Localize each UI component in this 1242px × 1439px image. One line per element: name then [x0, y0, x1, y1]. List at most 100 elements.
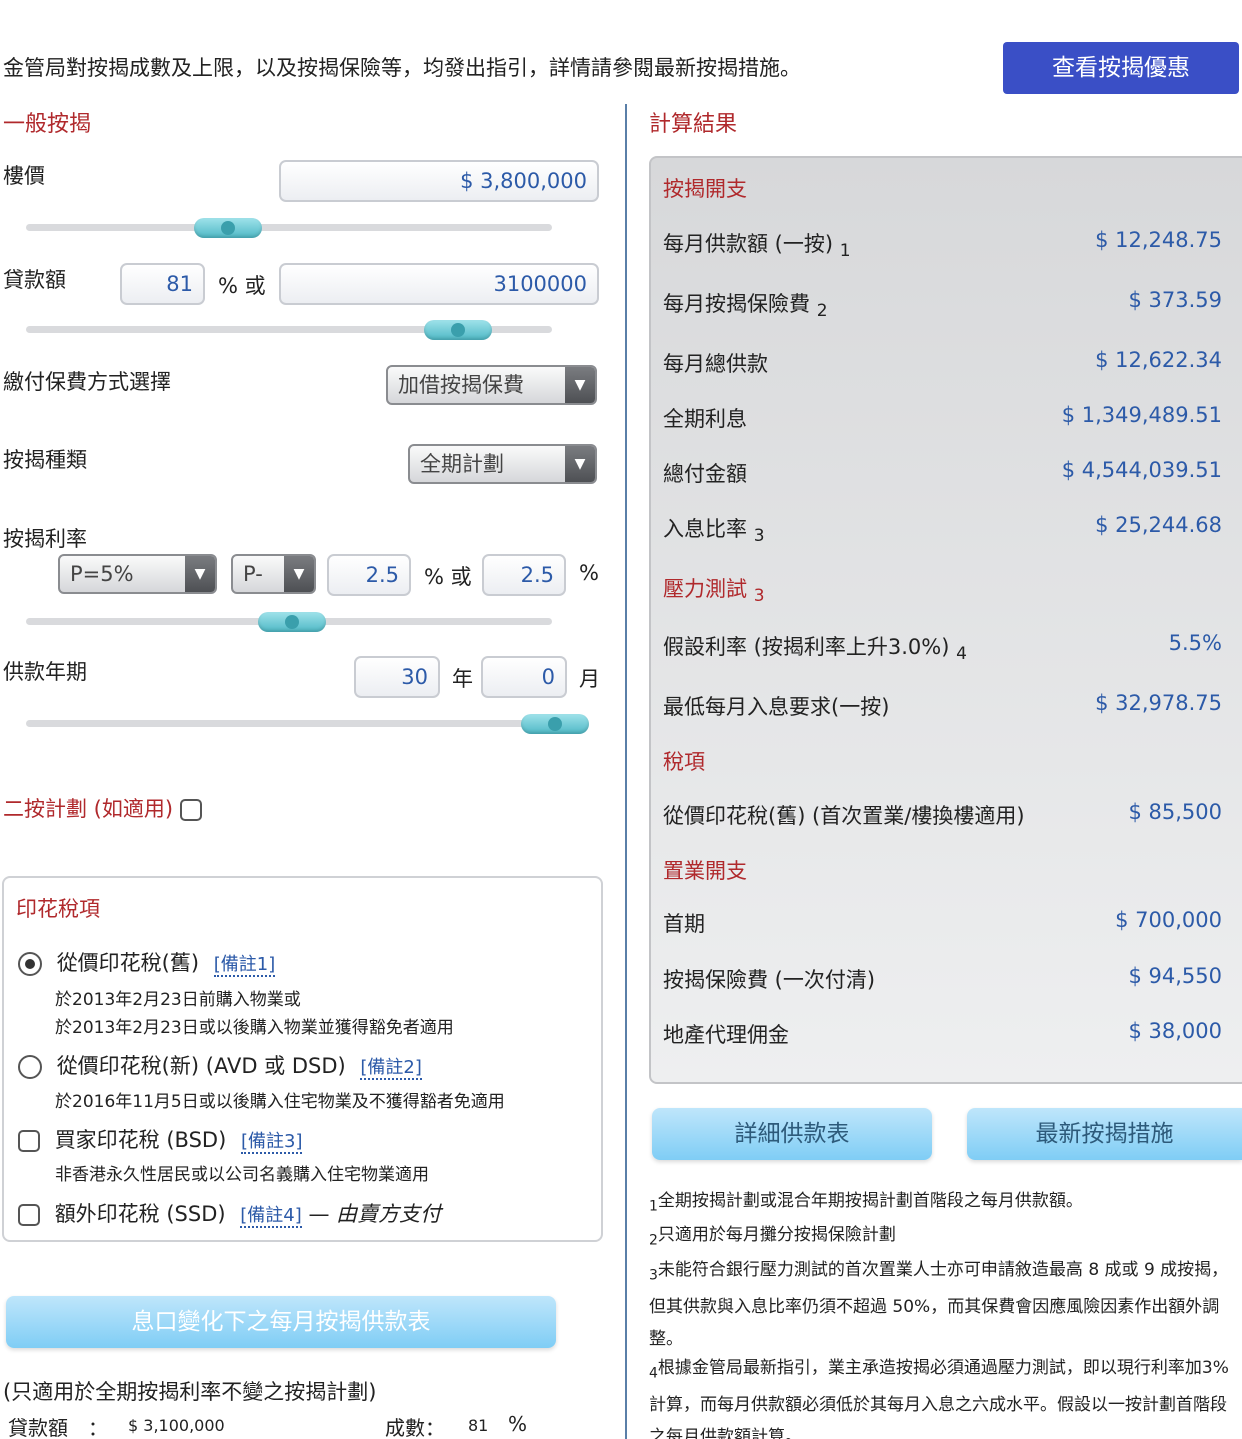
- ssd-seller-pays: 由賣方支付: [336, 1202, 442, 1226]
- stamp-label: 從價印花稅(新) (AVD 或 DSD): [56, 1054, 346, 1078]
- price-label: 樓價: [3, 164, 45, 188]
- mortgage-expense-title: 按揭開支: [663, 177, 747, 201]
- rate-base-value: P=5%: [70, 562, 134, 586]
- general-mortgage-title: 一般按揭: [3, 112, 92, 137]
- mortgage-type-select[interactable]: 全期計劃 ▼: [408, 444, 597, 484]
- rate-slider-handle[interactable]: [258, 612, 326, 632]
- premium-method-label: 繳付保費方式選擇: [3, 370, 171, 394]
- checkbox-bsd[interactable]: [18, 1130, 40, 1152]
- rate-change-table-button[interactable]: 息口變化下之每月按揭供款表: [6, 1296, 556, 1348]
- stamp-option-ssd[interactable]: 額外印花稅 (SSD) [備註4] — 由賣方支付: [18, 1198, 441, 1228]
- loan-percent-input[interactable]: 81: [120, 263, 205, 305]
- premium-method-value: 加借按揭保費: [398, 373, 524, 397]
- note-link-2[interactable]: [備註2]: [360, 1057, 422, 1080]
- radio-avd-new[interactable]: [18, 1055, 42, 1079]
- stamp-duty-title: 印花稅項: [16, 897, 100, 921]
- footnote-num: 3: [649, 1267, 658, 1284]
- stamp-option-avd-old[interactable]: 從價印花稅(舊) [備註1]: [18, 947, 276, 977]
- stamp-label: 額外印花稅 (SSD): [54, 1202, 226, 1226]
- second-mortgage-checkbox[interactable]: [179, 799, 202, 821]
- result-label-text: 每月按揭保險費: [663, 292, 810, 316]
- premium-method-select[interactable]: 加借按揭保費 ▼: [386, 365, 597, 405]
- rate-margin-input[interactable]: 2.5: [327, 554, 411, 596]
- price-slider-handle[interactable]: [194, 218, 262, 238]
- chevron-down-icon: ▼: [284, 556, 314, 592]
- second-mortgage-label: 二按計劃 (如適用): [3, 793, 202, 823]
- loan-slider-handle[interactable]: [424, 320, 492, 340]
- agent-commission-value: $ 38,000: [1128, 1019, 1222, 1043]
- footnote-num: 2: [649, 1232, 658, 1249]
- note-link-3[interactable]: [備註3]: [240, 1131, 303, 1154]
- mortgage-type-label: 按揭種類: [3, 448, 87, 472]
- income-ratio-value: $ 25,244.68: [1095, 513, 1222, 537]
- summary-loan-value: $ 3,100,000: [128, 1416, 225, 1435]
- result-label: 入息比率 3: [663, 513, 765, 546]
- rate-operator-value: P-: [243, 562, 263, 586]
- rate-label: 按揭利率: [3, 527, 87, 551]
- summary-loan-label: 貸款額: [8, 1416, 68, 1439]
- monthly-payment-value: $ 12,248.75: [1095, 228, 1222, 252]
- footnote-ref: 2: [816, 301, 828, 322]
- result-label: 每月總供款: [663, 352, 768, 376]
- footnote-num: 4: [649, 1365, 658, 1382]
- note-link-4[interactable]: [備註4]: [240, 1205, 302, 1228]
- stamp-option-bsd[interactable]: 買家印花稅 (BSD) [備註3]: [18, 1124, 303, 1154]
- stamp-desc: 於2013年2月23日前購入物業或: [55, 990, 301, 1010]
- stamp-label: 買家印花稅 (BSD): [54, 1128, 227, 1152]
- chevron-down-icon: ▼: [185, 556, 215, 592]
- assumed-rate-value: 5.5%: [1168, 631, 1222, 655]
- footnote-text: 根據金管局最新指引，業主承造按揭必須通過壓力測試，即以現行利率加3%計算，而每月…: [649, 1358, 1229, 1439]
- summary-ratio-value: 81: [468, 1416, 489, 1435]
- result-label: 地產代理佣金: [663, 1023, 789, 1047]
- chevron-down-icon: ▼: [565, 446, 595, 482]
- detail-schedule-button[interactable]: 詳細供款表: [652, 1108, 932, 1160]
- footnote-text: 全期按揭計劃或混合年期按揭計劃首階段之每月供款額。: [657, 1191, 1083, 1211]
- mortgage-type-value: 全期計劃: [420, 452, 504, 476]
- stamp-desc: 非香港永久性居民或以公司名義購入住宅物業適用: [55, 1165, 429, 1185]
- footnote-text: 只適用於每月攤分按揭保險計劃: [657, 1225, 896, 1245]
- result-label: 假設利率 (按揭利率上升3.0%) 4: [663, 631, 967, 664]
- summary-ratio-unit: %: [508, 1412, 528, 1436]
- stamp-desc: 於2013年2月23日或以後購入物業並獲得豁免者適用: [55, 1018, 454, 1038]
- monthly-total-value: $ 12,622.34: [1095, 348, 1222, 372]
- footnote-ref: 4: [956, 644, 967, 665]
- second-mortgage-text: 二按計劃 (如適用): [3, 797, 174, 821]
- radio-avd-old[interactable]: [18, 952, 42, 976]
- down-payment-value: $ 700,000: [1115, 908, 1222, 932]
- price-input[interactable]: $ 3,800,000: [279, 160, 599, 202]
- ssd-dash: —: [308, 1202, 330, 1226]
- stamp-desc: 於2016年11月5日或以後購入住宅物業及不獲得豁者免適用: [55, 1092, 505, 1112]
- result-label: 每月供款額 (一按) 1: [663, 228, 851, 261]
- stamp-option-avd-new[interactable]: 從價印花稅(新) (AVD 或 DSD) [備註2]: [18, 1050, 422, 1080]
- result-label-text: 每月供款額 (一按): [663, 232, 834, 256]
- results-title: 計算結果: [649, 112, 738, 137]
- footnote-1: 1全期按揭計劃或混合年期按揭計劃首階段之每月供款額。: [649, 1185, 1242, 1222]
- column-divider: [625, 104, 627, 1439]
- term-slider-track[interactable]: [26, 720, 588, 727]
- loan-amount-input[interactable]: 3100000: [279, 263, 599, 305]
- footnote-ref: 1: [839, 241, 851, 262]
- result-label: 每月按揭保險費 2: [663, 288, 828, 321]
- latest-measures-button[interactable]: 最新按揭措施: [967, 1108, 1242, 1160]
- term-months-input[interactable]: 0: [481, 656, 567, 698]
- checkbox-ssd[interactable]: [18, 1204, 40, 1226]
- rate-percent: %: [579, 561, 599, 585]
- footnote-ref: 3: [753, 586, 765, 607]
- loan-percent-or: % 或: [218, 274, 266, 298]
- loan-label: 貸款額: [3, 268, 66, 292]
- note-link-1[interactable]: [備註1]: [213, 954, 276, 977]
- result-label: 全期利息: [663, 407, 747, 431]
- total-interest-value: $ 1,349,489.51: [1061, 403, 1222, 427]
- term-slider-handle[interactable]: [521, 714, 589, 734]
- summary-colon: ：: [88, 1416, 108, 1439]
- rate-operator-select[interactable]: P- ▼: [231, 554, 316, 594]
- price-slider-track[interactable]: [26, 224, 552, 231]
- result-label-text: 入息比率: [663, 517, 747, 541]
- term-years-input[interactable]: 30: [354, 656, 440, 698]
- rate-base-select[interactable]: P=5% ▼: [58, 554, 217, 594]
- result-label: 首期: [663, 912, 705, 936]
- insurance-lump-value: $ 94,550: [1128, 964, 1222, 988]
- stamp-label: 從價印花稅(舊): [56, 951, 200, 975]
- rate-effective-input[interactable]: 2.5: [482, 554, 566, 596]
- offer-button[interactable]: 查看按揭優惠: [1003, 42, 1239, 94]
